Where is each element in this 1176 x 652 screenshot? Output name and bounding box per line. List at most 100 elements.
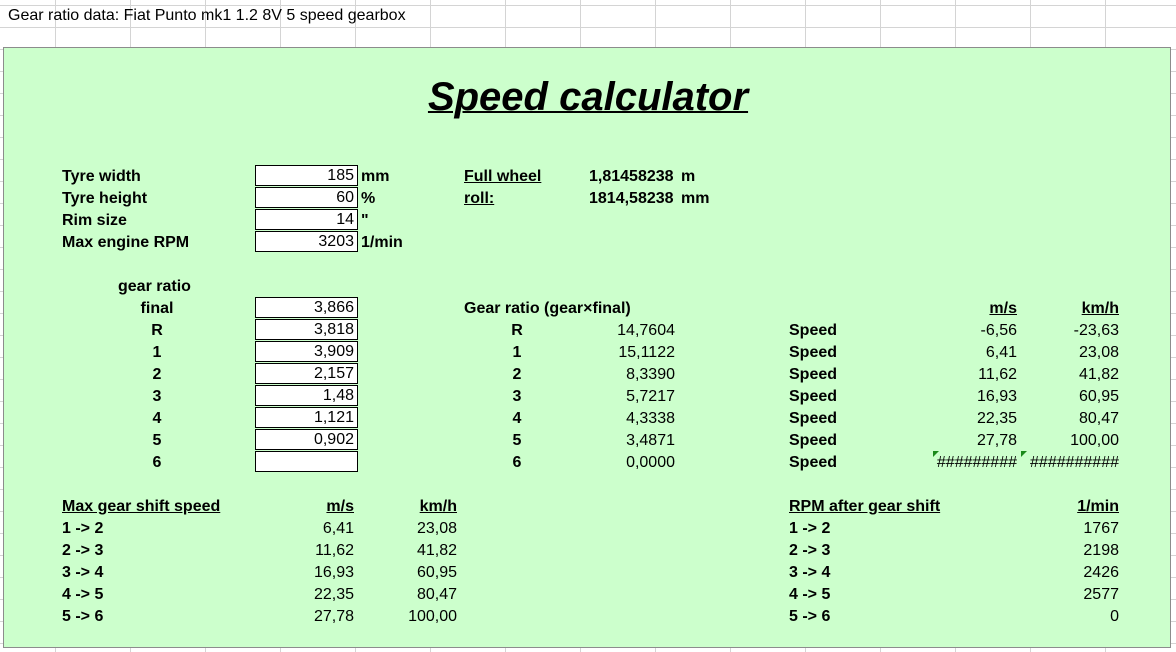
speed-label-6: Speed	[789, 454, 838, 471]
combined-label-r: R	[511, 322, 523, 339]
combined-label-5: 5	[512, 432, 522, 449]
rpm-shift-value-3: 2426	[1083, 564, 1119, 581]
shift-speed-label-2: 2 -> 3	[62, 542, 104, 559]
speed-ms-3: 16,93	[976, 388, 1017, 405]
calculator-title: Speed calculator	[427, 75, 749, 119]
shift-speed-kmh-3: 60,95	[416, 564, 457, 581]
shift-speed-ms-3: 16,93	[313, 564, 354, 581]
combined-value-4: 4,3338	[626, 410, 675, 427]
full-wheel-label: Full wheel	[464, 168, 542, 185]
max-rpm-input[interactable]: 3203	[255, 231, 358, 252]
full-wheel-mm-unit: mm	[681, 190, 710, 207]
speed-kmh-6: ##########	[1030, 454, 1119, 471]
speed-ms-r: -6,56	[980, 322, 1017, 339]
shift-speed-ms-5: 27,78	[313, 608, 354, 625]
gear-input-2[interactable]: 2,157	[255, 363, 358, 384]
speed-kmh-5: 100,00	[1070, 432, 1119, 449]
shift-speed-ms-4: 22,35	[313, 586, 354, 603]
speed-label-5: Speed	[789, 432, 838, 449]
rpm-shift-label-3: 3 -> 4	[789, 564, 831, 581]
speed-kmh-2: 41,82	[1078, 366, 1119, 383]
rpm-shift-value-5: 0	[1110, 608, 1119, 625]
gear-label-4: 4	[152, 410, 162, 427]
speed-label-r: Speed	[789, 322, 838, 339]
gear-input-5[interactable]: 0,902	[255, 429, 358, 450]
tyre-width-unit: mm	[361, 168, 390, 185]
speed-ms-5: 27,78	[976, 432, 1017, 449]
shift-speed-kmh-5: 100,00	[408, 608, 457, 625]
shift-speed-label-4: 4 -> 5	[62, 586, 104, 603]
combined-label-3: 3	[512, 388, 522, 405]
max-rpm-unit: 1/min	[361, 234, 403, 251]
shift-speed-ms-1: 6,41	[322, 520, 354, 537]
shift-speed-label-3: 3 -> 4	[62, 564, 104, 581]
speed-label-3: Speed	[789, 388, 838, 405]
speed-ms-2: 11,62	[978, 366, 1017, 383]
shift-speed-kmh-2: 41,82	[416, 542, 457, 559]
shift-speed-label-1: 1 -> 2	[62, 520, 104, 537]
rpm-shift-unit-header: 1/min	[1077, 498, 1119, 515]
combined-value-5: 3,4871	[626, 432, 675, 449]
gear-label-5: 5	[152, 432, 162, 449]
speed-ms-header: m/s	[989, 300, 1017, 317]
combined-label-2: 2	[512, 366, 522, 383]
tyre-height-input[interactable]: 60	[255, 187, 358, 208]
gear-label-final: final	[140, 300, 174, 317]
speed-label-2: Speed	[789, 366, 838, 383]
shift-speed-ms-2: 11,62	[315, 542, 354, 559]
speed-ms-4: 22,35	[976, 410, 1017, 427]
gear-input-6[interactable]	[255, 451, 358, 472]
roll-label: roll:	[464, 190, 495, 207]
combined-label-1: 1	[512, 344, 522, 361]
gear-ratio-header: gear ratio	[118, 278, 191, 295]
combined-value-r: 14,7604	[617, 322, 675, 339]
shift-speed-ms-header: m/s	[326, 498, 354, 515]
sheet-title[interactable]: Gear ratio data: Fiat Punto mk1 1.2 8V 5…	[8, 7, 406, 25]
gear-label-6: 6	[152, 454, 162, 471]
gear-input-final[interactable]: 3,866	[255, 297, 358, 318]
gear-label-2: 2	[152, 366, 162, 383]
speed-kmh-r: -23,63	[1073, 322, 1119, 339]
speed-kmh-1: 23,08	[1078, 344, 1119, 361]
rim-size-label: Rim size	[62, 212, 127, 229]
speed-label-1: Speed	[789, 344, 838, 361]
rpm-shift-label-5: 5 -> 6	[789, 608, 831, 625]
calculator-panel: Speed calculator Tyre width 185 mm Tyre …	[3, 47, 1171, 648]
gear-input-r[interactable]: 3,818	[255, 319, 358, 340]
full-wheel-m-value: 1,81458238	[589, 168, 674, 185]
rpm-shift-label-4: 4 -> 5	[789, 586, 831, 603]
max-rpm-label: Max engine RPM	[62, 234, 190, 251]
speed-ms-6: #########	[936, 454, 1017, 471]
tyre-height-label: Tyre height	[62, 190, 148, 207]
shift-speed-kmh-header: km/h	[419, 498, 457, 515]
gear-input-3[interactable]: 1,48	[255, 385, 358, 406]
combined-label-6: 6	[512, 454, 522, 471]
speed-kmh-4: 80,47	[1078, 410, 1119, 427]
combined-value-3: 5,7217	[626, 388, 675, 405]
speed-kmh-3: 60,95	[1078, 388, 1119, 405]
gear-label-1: 1	[152, 344, 162, 361]
full-wheel-m-unit: m	[681, 168, 696, 185]
gear-input-4[interactable]: 1,121	[255, 407, 358, 428]
rim-size-unit: "	[361, 212, 369, 229]
gear-label-r: R	[151, 322, 163, 339]
combined-value-1: 15,1122	[618, 344, 675, 361]
shift-speed-kmh-1: 23,08	[416, 520, 457, 537]
gear-label-3: 3	[152, 388, 162, 405]
speed-ms-1: 6,41	[985, 344, 1017, 361]
tyre-height-unit: %	[361, 190, 376, 207]
shift-speed-kmh-4: 80,47	[416, 586, 457, 603]
speed-kmh-header: km/h	[1081, 300, 1119, 317]
tyre-width-input[interactable]: 185	[255, 165, 358, 186]
combined-value-6: 0,0000	[626, 454, 675, 471]
shift-speed-label-5: 5 -> 6	[62, 608, 104, 625]
rpm-shift-header: RPM after gear shift	[789, 498, 941, 515]
combined-label-4: 4	[512, 410, 522, 427]
rim-size-input[interactable]: 14	[255, 209, 358, 230]
combined-ratio-header: Gear ratio (gear×final)	[464, 300, 631, 317]
gear-input-1[interactable]: 3,909	[255, 341, 358, 362]
speed-label-4: Speed	[789, 410, 838, 427]
rpm-shift-value-1: 1767	[1083, 520, 1119, 537]
tyre-width-label: Tyre width	[62, 168, 141, 185]
rpm-shift-value-4: 2577	[1083, 586, 1119, 603]
